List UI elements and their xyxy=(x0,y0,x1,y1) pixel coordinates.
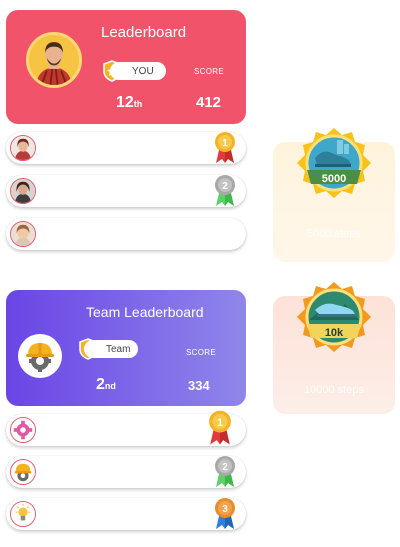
team-avatar xyxy=(18,334,62,378)
score-label: SCORE xyxy=(186,348,216,357)
gold-medal-icon: 1 xyxy=(215,132,235,163)
team-leaderboard-card: Team Leaderboard Team SCORE 2nd 334 xyxy=(6,290,246,406)
badge-value: 5000 xyxy=(322,173,346,185)
gear-icon xyxy=(11,418,35,442)
list-item[interactable]: 1 xyxy=(6,410,246,446)
user-score: 412 xyxy=(196,94,222,111)
score-label: SCORE xyxy=(194,67,224,76)
rank-suffix: nd xyxy=(104,381,116,391)
badge-card-10k[interactable]: 10k 10000 steps xyxy=(273,282,395,414)
team-label: Team xyxy=(106,343,131,355)
leaderboard-card: Leaderboard YOU SCORE 12th 412 xyxy=(6,10,246,124)
hardhat-gear-icon xyxy=(26,343,54,372)
leaderboard-title: Leaderboard xyxy=(101,24,187,41)
hardhat-avatar xyxy=(10,459,36,485)
rank-suffix: th xyxy=(133,99,143,109)
woman-avatar xyxy=(10,135,36,161)
you-label: YOU xyxy=(132,65,154,77)
lightbulb-icon xyxy=(11,502,35,526)
medal-number: 1 xyxy=(222,138,228,149)
list-item[interactable] xyxy=(6,218,246,250)
team-score: 334 xyxy=(188,378,210,393)
gear-avatar xyxy=(10,417,36,443)
hardhat-icon xyxy=(11,460,35,484)
medal-number: 2 xyxy=(222,462,228,473)
badge-value: 10k xyxy=(325,327,344,339)
gold-medal-icon: 1 xyxy=(209,410,231,445)
rank-number: 2 xyxy=(96,376,105,393)
silver-medal-icon: 2 xyxy=(215,175,235,206)
list-item[interactable]: 1 xyxy=(6,132,246,164)
lightbulb-avatar xyxy=(10,501,36,527)
user-avatar xyxy=(26,32,82,88)
team-leaderboard-title: Team Leaderboard xyxy=(86,304,204,320)
medal-number: 1 xyxy=(217,417,223,429)
team-pill: Team xyxy=(84,340,138,358)
badge-caption: 10000 steps xyxy=(304,384,364,396)
sneaker-badge-icon: 5000 xyxy=(297,128,371,198)
girl-avatar xyxy=(10,221,36,247)
team-rank: 2nd xyxy=(96,376,116,394)
list-item[interactable]: 3 xyxy=(6,498,246,530)
silver-medal-icon: 2 xyxy=(215,456,235,487)
woman-avatar-2 xyxy=(10,178,36,204)
bronze-medal-icon: 3 xyxy=(215,498,235,529)
user-rank: 12th xyxy=(116,94,142,112)
badge-card-5000[interactable]: 5000 5000 steps xyxy=(273,128,395,262)
medal-number: 2 xyxy=(222,181,228,192)
rank-number: 12 xyxy=(116,94,134,111)
you-pill: YOU xyxy=(110,62,166,80)
badge-caption: 5000 steps xyxy=(307,228,361,240)
list-item[interactable]: 2 xyxy=(6,456,246,488)
list-item[interactable]: 2 xyxy=(6,175,246,207)
medal-number: 3 xyxy=(222,504,228,515)
running-badge-icon: 10k xyxy=(297,282,371,352)
